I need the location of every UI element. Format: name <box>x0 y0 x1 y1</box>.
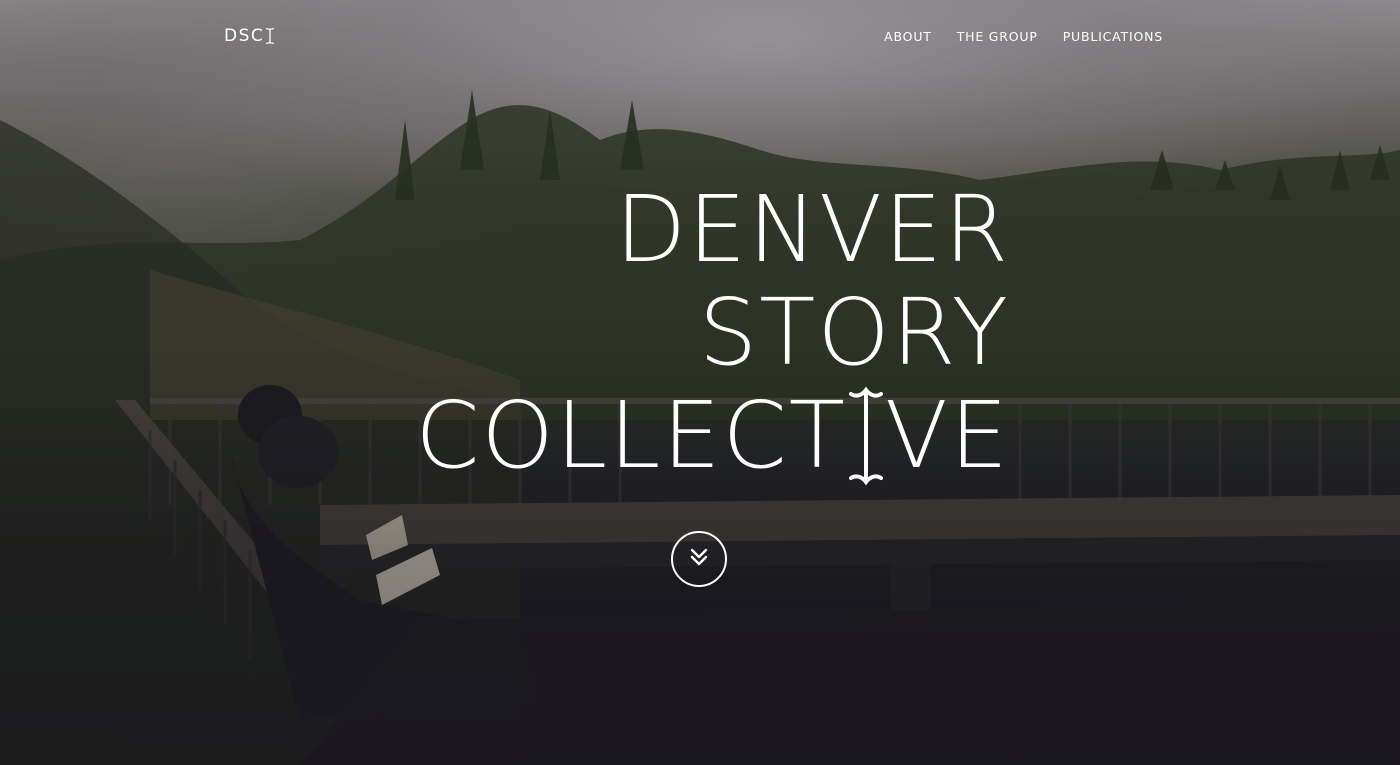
hero-title-line-3: COLLECT VE <box>415 384 1010 487</box>
double-chevron-down-icon <box>688 546 710 572</box>
site-logo[interactable]: DSC <box>224 26 275 46</box>
serif-i-icon <box>266 27 275 45</box>
nav-item-the-group[interactable]: THE GROUP <box>957 29 1038 44</box>
logo-text: DSC <box>224 26 265 46</box>
hero-title-line-1: DENVER <box>615 176 1010 283</box>
serif-i-icon <box>848 386 883 486</box>
nav-item-about[interactable]: ABOUT <box>884 29 932 44</box>
scroll-down-button[interactable] <box>671 531 727 587</box>
main-nav: ABOUT THE GROUP PUBLICATIONS <box>884 29 1163 44</box>
hero-title-line-3-prefix: COLLECT <box>415 382 847 489</box>
hero-title-line-2: STORY <box>698 279 1010 386</box>
nav-item-publications[interactable]: PUBLICATIONS <box>1063 29 1163 44</box>
hero-section: DSC ABOUT THE GROUP PUBLICATIONS DENVER … <box>0 0 1400 765</box>
hero-title: DENVER STORY COLLECT VE <box>415 178 1010 487</box>
hero-title-line-3-suffix: VE <box>884 382 1010 489</box>
